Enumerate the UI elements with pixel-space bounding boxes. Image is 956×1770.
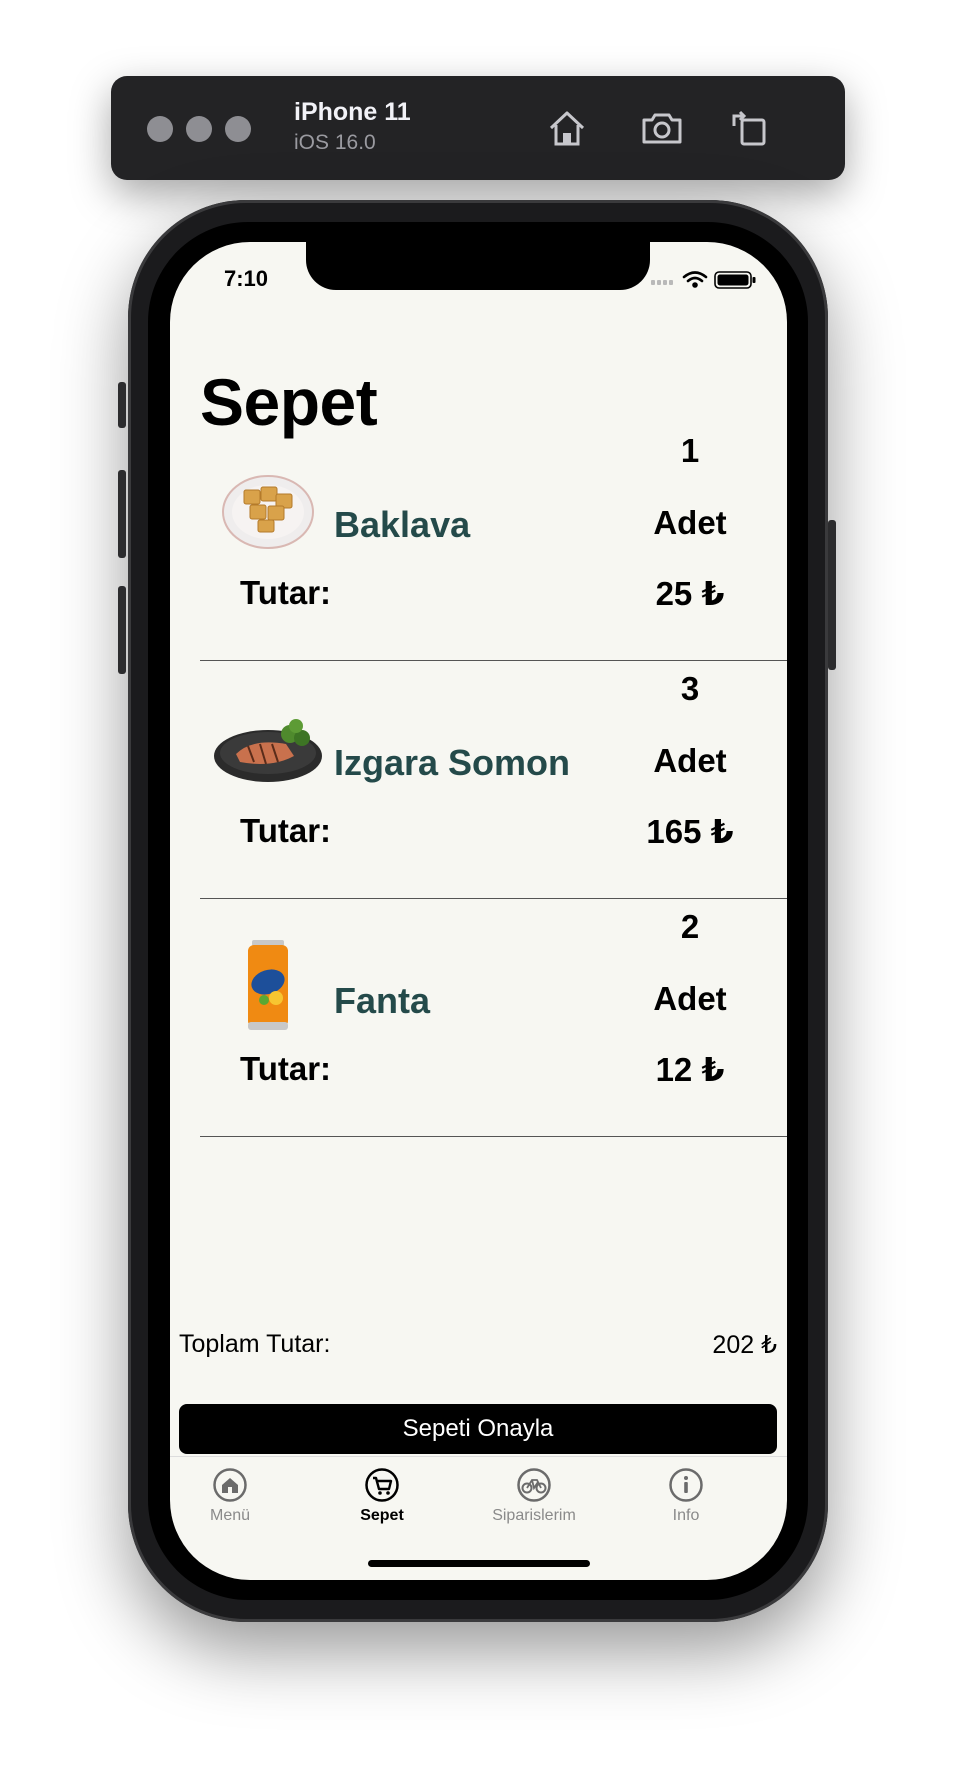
item-unit: Adet: [653, 980, 727, 1017]
tab-label: Info: [672, 1507, 700, 1524]
amount-label: Tutar:: [240, 574, 332, 611]
item-amount: 25 ₺: [655, 575, 725, 612]
tab-menu[interactable]: Menü: [170, 1467, 290, 1525]
tab-cart[interactable]: Sepet: [322, 1467, 442, 1525]
item-unit: Adet: [653, 742, 727, 779]
total-label: Toplam Tutar:: [179, 1330, 331, 1358]
home-button-icon[interactable]: [543, 104, 591, 152]
cart-item[interactable]: Baklava 1 Adet Tutar: 25 ₺: [200, 422, 787, 661]
power-button: [828, 520, 836, 670]
item-unit: Adet: [653, 504, 727, 541]
os-version: iOS 16.0: [294, 131, 376, 154]
device-name: iPhone 11: [294, 98, 411, 126]
notch: [306, 242, 650, 290]
info-icon: [669, 1468, 703, 1502]
window-zoom-dot[interactable]: [225, 116, 251, 142]
silent-switch: [118, 382, 126, 428]
cart-icon: [365, 1468, 399, 1502]
cellular-signal-icon: [651, 280, 673, 285]
amount-label: Tutar:: [240, 1050, 332, 1087]
volume-up-button: [118, 470, 126, 558]
tab-label: Sepet: [360, 1507, 404, 1524]
window-close-dot[interactable]: [147, 116, 173, 142]
battery-icon: [714, 271, 756, 289]
status-time: 7:10: [224, 266, 269, 291]
item-quantity: 3: [680, 670, 700, 707]
window-minimize-dot[interactable]: [186, 116, 212, 142]
item-name: Baklava: [334, 504, 471, 545]
tab-label: Menü: [209, 1507, 251, 1524]
cart-item[interactable]: Fanta 2 Adet Tutar: 12 ₺: [200, 898, 787, 1137]
cart-item[interactable]: Izgara Somon 3 Adet Tutar: 165 ₺: [200, 660, 787, 899]
status-icons: [651, 271, 756, 289]
item-quantity: 1: [680, 432, 700, 469]
confirm-cart-button[interactable]: Sepeti Onayla: [179, 1404, 777, 1454]
tab-bar: Menü Sepet Siparislerim Info: [170, 1456, 787, 1537]
screenshot-camera-icon[interactable]: [638, 104, 686, 152]
amount-label: Tutar:: [240, 812, 332, 849]
item-amount: 12 ₺: [655, 1051, 725, 1088]
rotate-device-icon[interactable]: [726, 104, 774, 152]
simulator-toolbar: iPhone 11 iOS 16.0: [111, 76, 845, 180]
baklava-image: [222, 475, 314, 549]
item-amount: 165 ₺: [646, 813, 734, 850]
grilled-salmon-image: [214, 719, 322, 782]
tab-info[interactable]: Info: [626, 1467, 746, 1525]
home-icon: [213, 1468, 247, 1502]
tab-label: Siparislerim: [492, 1507, 576, 1524]
bicycle-icon: [517, 1468, 551, 1502]
fanta-can-image: [248, 940, 288, 1030]
home-indicator: [368, 1560, 590, 1567]
item-name: Fanta: [334, 980, 431, 1021]
wifi-icon: [682, 271, 708, 288]
item-quantity: 2: [680, 908, 700, 945]
app-screen: 7:10 Sepet Baklava 1 Adet Tutar: 25 ₺ Iz…: [170, 242, 787, 1580]
tab-orders[interactable]: Siparislerim: [474, 1467, 594, 1525]
volume-down-button: [118, 586, 126, 674]
item-name: Izgara Somon: [334, 742, 571, 783]
total-value: 202 ₺: [712, 1331, 777, 1359]
